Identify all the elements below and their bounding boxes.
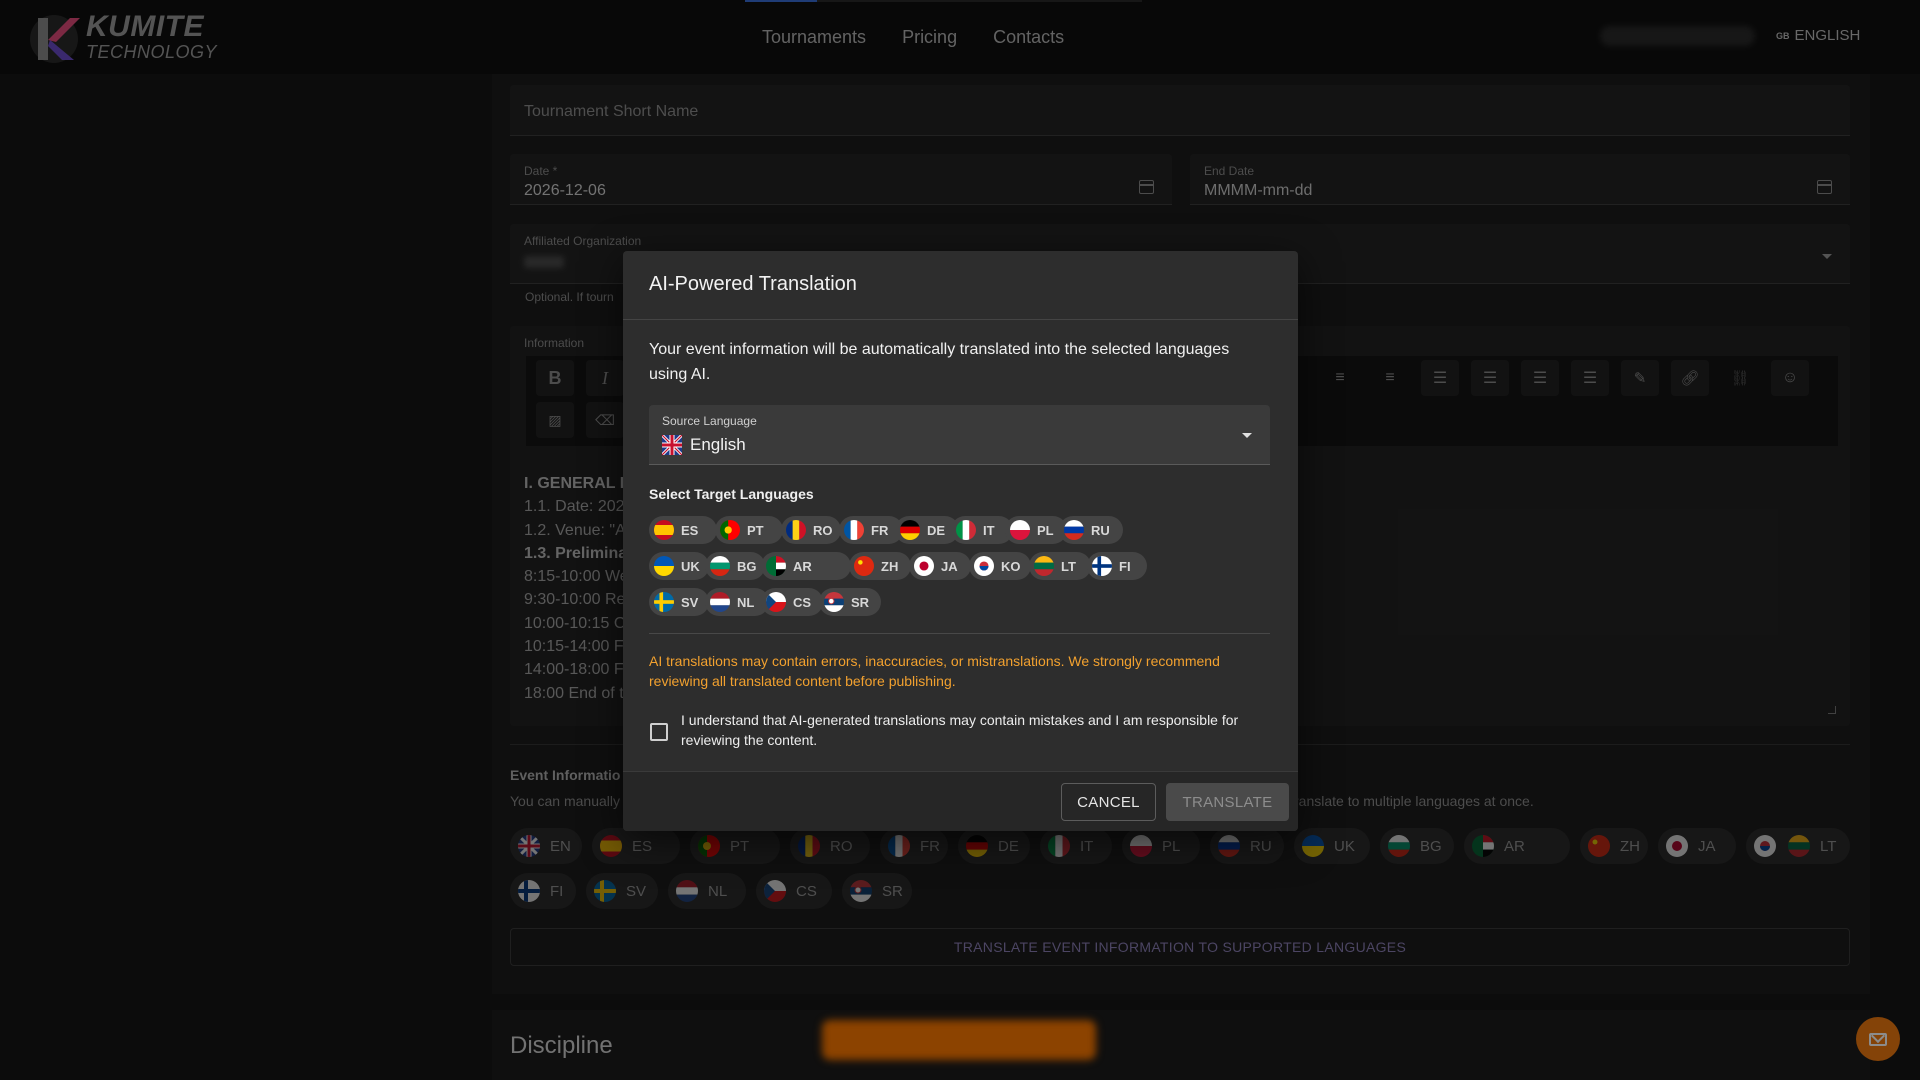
language-chip-ro[interactable]: RO bbox=[781, 516, 841, 544]
zh-flag-icon bbox=[854, 556, 874, 576]
language-chip-label: ZH bbox=[881, 558, 899, 574]
language-chip-label: UK bbox=[681, 558, 700, 574]
ro-flag-icon bbox=[786, 520, 806, 540]
language-chip-fr[interactable]: FR bbox=[839, 516, 903, 544]
language-chip-label: SR bbox=[851, 594, 870, 610]
dialog-footer: CANCEL TRANSLATE bbox=[623, 771, 1298, 831]
it-flag-icon bbox=[956, 520, 976, 540]
acknowledge-checkbox[interactable] bbox=[650, 723, 668, 741]
language-chip-label: FR bbox=[871, 522, 889, 538]
uk-flag-icon bbox=[654, 556, 674, 576]
acknowledge-label[interactable]: I understand that AI-generated translati… bbox=[681, 710, 1261, 750]
language-chip-label: PT bbox=[747, 522, 764, 538]
language-chip-fi[interactable]: FI bbox=[1087, 552, 1147, 580]
language-chip-ko[interactable]: KO bbox=[969, 552, 1031, 580]
language-chip-nl[interactable]: NL bbox=[705, 588, 769, 616]
language-chip-label: DE bbox=[927, 522, 946, 538]
ko-flag-icon bbox=[974, 556, 994, 576]
language-chip-sr[interactable]: SR bbox=[819, 588, 881, 616]
language-chip-label: ES bbox=[681, 522, 699, 538]
lt-flag-icon bbox=[1034, 556, 1054, 576]
pt-flag-icon bbox=[720, 520, 740, 540]
language-chip-pl[interactable]: PL bbox=[1005, 516, 1067, 544]
ar-flag-icon bbox=[766, 556, 786, 576]
ja-flag-icon bbox=[914, 556, 934, 576]
language-chip-uk[interactable]: UK bbox=[649, 552, 709, 580]
ai-translation-dialog: AI-Powered Translation Your event inform… bbox=[623, 251, 1298, 831]
divider bbox=[649, 633, 1270, 634]
sv-flag-icon bbox=[654, 592, 674, 612]
cs-flag-icon bbox=[766, 592, 786, 612]
language-chip-label: KO bbox=[1001, 558, 1021, 574]
source-language-label: Source Language bbox=[662, 414, 757, 428]
language-chip-label: PL bbox=[1037, 522, 1054, 538]
es-flag-icon bbox=[654, 520, 674, 540]
dialog-description: Your event information will be automatic… bbox=[649, 341, 1230, 383]
language-chip-de[interactable]: DE bbox=[895, 516, 959, 544]
uk-flag-icon bbox=[662, 435, 682, 455]
language-chip-label: CS bbox=[793, 594, 812, 610]
language-chip-label: RO bbox=[813, 522, 833, 538]
language-chip-label: LT bbox=[1061, 558, 1076, 574]
divider bbox=[623, 319, 1298, 320]
language-chip-label: JA bbox=[941, 558, 958, 574]
source-language-select[interactable]: Source Language English bbox=[649, 405, 1270, 465]
source-language-text: English bbox=[690, 435, 746, 454]
language-chip-label: AR bbox=[793, 558, 812, 574]
language-chip-pt[interactable]: PT bbox=[715, 516, 783, 544]
language-chip-cs[interactable]: CS bbox=[761, 588, 823, 616]
sr-flag-icon bbox=[824, 592, 844, 612]
source-language-value: English bbox=[662, 435, 746, 455]
language-chip-label: SV bbox=[681, 594, 699, 610]
language-chip-label: IT bbox=[983, 522, 995, 538]
language-chip-label: RU bbox=[1091, 522, 1110, 538]
language-chip-label: NL bbox=[737, 594, 755, 610]
language-chip-ja[interactable]: JA bbox=[909, 552, 971, 580]
language-chip-ru[interactable]: RU bbox=[1059, 516, 1123, 544]
language-chip-ar[interactable]: AR bbox=[761, 552, 851, 580]
fi-flag-icon bbox=[1092, 556, 1112, 576]
ai-warning-text: AI translations may contain errors, inac… bbox=[649, 653, 1220, 689]
language-chip-lt[interactable]: LT bbox=[1029, 552, 1091, 580]
bg-flag-icon bbox=[710, 556, 730, 576]
nl-flag-icon bbox=[710, 592, 730, 612]
translate-button[interactable]: TRANSLATE bbox=[1166, 783, 1289, 821]
language-chip-sv[interactable]: SV bbox=[649, 588, 709, 616]
fr-flag-icon bbox=[844, 520, 864, 540]
chevron-down-icon bbox=[1242, 433, 1252, 438]
target-languages-title: Select Target Languages bbox=[649, 486, 814, 502]
ru-flag-icon bbox=[1064, 520, 1084, 540]
language-chip-es[interactable]: ES bbox=[649, 516, 717, 544]
dialog-title: AI-Powered Translation bbox=[649, 273, 857, 295]
language-chip-bg[interactable]: BG bbox=[705, 552, 765, 580]
language-chip-label: FI bbox=[1119, 558, 1131, 574]
language-chip-zh[interactable]: ZH bbox=[849, 552, 911, 580]
language-chip-label: BG bbox=[737, 558, 757, 574]
pl-flag-icon bbox=[1010, 520, 1030, 540]
de-flag-icon bbox=[900, 520, 920, 540]
language-chip-it[interactable]: IT bbox=[951, 516, 1013, 544]
cancel-button[interactable]: CANCEL bbox=[1061, 783, 1156, 821]
